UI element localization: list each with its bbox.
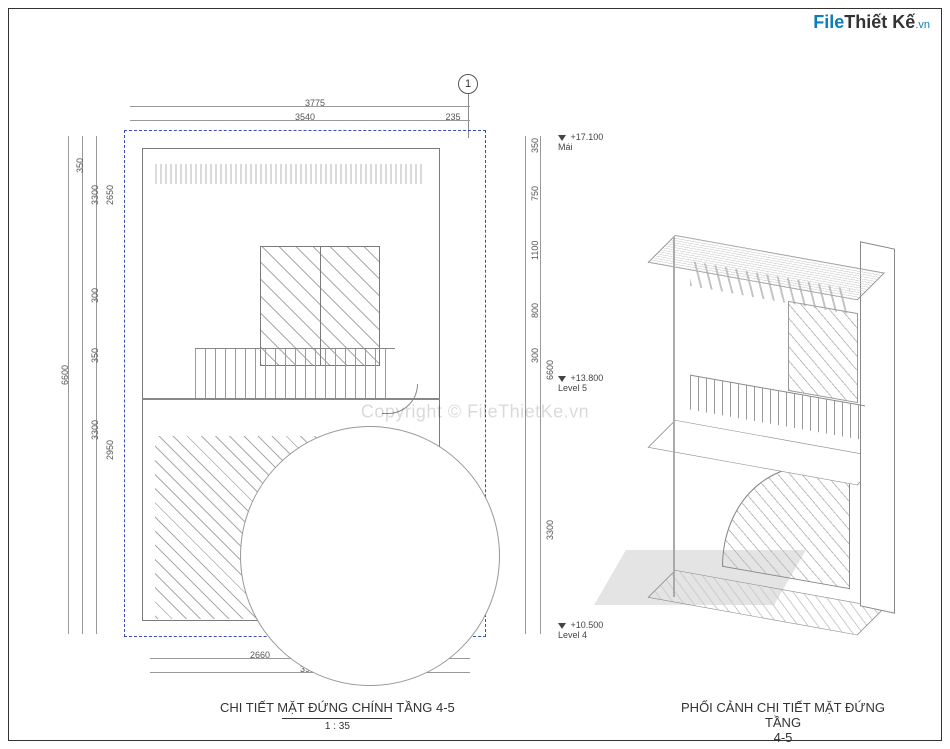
dim-ext-line xyxy=(540,136,541,634)
arch-opening xyxy=(240,426,500,686)
level-elev: +17.100 xyxy=(571,132,604,142)
logo-part2: Thiết Kế xyxy=(844,12,915,32)
dim-right-3300: 3300 xyxy=(545,500,555,560)
elevation-title: CHI TIẾT MẶT ĐỨNG CHÍNH TẦNG 4-5 xyxy=(220,700,455,715)
balcony-door-3d xyxy=(788,301,858,403)
side-wall-3d xyxy=(860,241,895,613)
dim-left-overall: 6600 xyxy=(60,300,70,450)
level-triangle-icon xyxy=(558,135,566,141)
level-marker-top: +17.100 Mái xyxy=(558,132,603,152)
logo-part1: File xyxy=(813,12,844,32)
dim-left-2950: 2950 xyxy=(105,420,115,480)
dim-right-300: 300 xyxy=(530,345,540,365)
brand-logo: FileThiết Kế.vn xyxy=(813,12,930,33)
elevation-scale: 1 : 35 xyxy=(220,721,455,732)
level-name: Level 4 xyxy=(558,630,587,640)
level-triangle-icon xyxy=(558,376,566,382)
level-name: Mái xyxy=(558,142,573,152)
dim-left-3300-top: 3300 xyxy=(90,150,100,240)
dim-left-300: 300 xyxy=(90,285,100,305)
perspective-title-block: PHỐI CẢNH CHI TIẾT MẶT ĐỨNG TẦNG 4-5 xyxy=(668,700,898,745)
perspective-subtitle: 4-5 xyxy=(668,730,898,745)
dim-ext-line xyxy=(82,136,83,634)
level-elev: +10.500 xyxy=(571,620,604,630)
dim-right-350: 350 xyxy=(530,135,540,155)
balcony-floor-line xyxy=(142,398,440,400)
level-name: Level 5 xyxy=(558,383,587,393)
dim-right-750: 750 xyxy=(530,168,540,218)
logo-suffix: .vn xyxy=(915,19,930,31)
dim-right-1100: 1100 xyxy=(530,225,540,275)
title-underline xyxy=(282,718,392,719)
dim-top-small: 235 xyxy=(438,112,468,122)
dim-left-350-mid: 350 xyxy=(90,340,100,370)
level-marker-bot: +10.500 Level 4 xyxy=(558,620,603,640)
perspective-drawing xyxy=(660,225,910,625)
level-marker-mid: +13.800 Level 5 xyxy=(558,373,603,393)
corner-column xyxy=(673,237,675,597)
dim-right-800: 800 xyxy=(530,290,540,330)
elevation-title-block: CHI TIẾT MẶT ĐỨNG CHÍNH TẦNG 4-5 1 : 35 xyxy=(220,700,455,732)
dim-ext-line xyxy=(525,136,526,634)
perspective-title: PHỐI CẢNH CHI TIẾT MẶT ĐỨNG TẦNG xyxy=(668,700,898,730)
roof-slab-hatch xyxy=(155,164,425,184)
grid-marker: 1 xyxy=(458,74,478,94)
level-triangle-icon xyxy=(558,623,566,629)
dim-top-inner: 3540 xyxy=(190,112,420,122)
level-elev: +13.800 xyxy=(571,373,604,383)
dim-right-6600: 6600 xyxy=(545,320,555,420)
dim-left-350: 350 xyxy=(75,135,85,195)
dim-top-overall: 3775 xyxy=(190,98,440,108)
dim-left-2650: 2650 xyxy=(105,160,115,230)
elevation-drawing xyxy=(130,136,480,631)
balcony-railing xyxy=(195,348,395,398)
dim-left-3300-bot: 3300 xyxy=(90,400,100,460)
